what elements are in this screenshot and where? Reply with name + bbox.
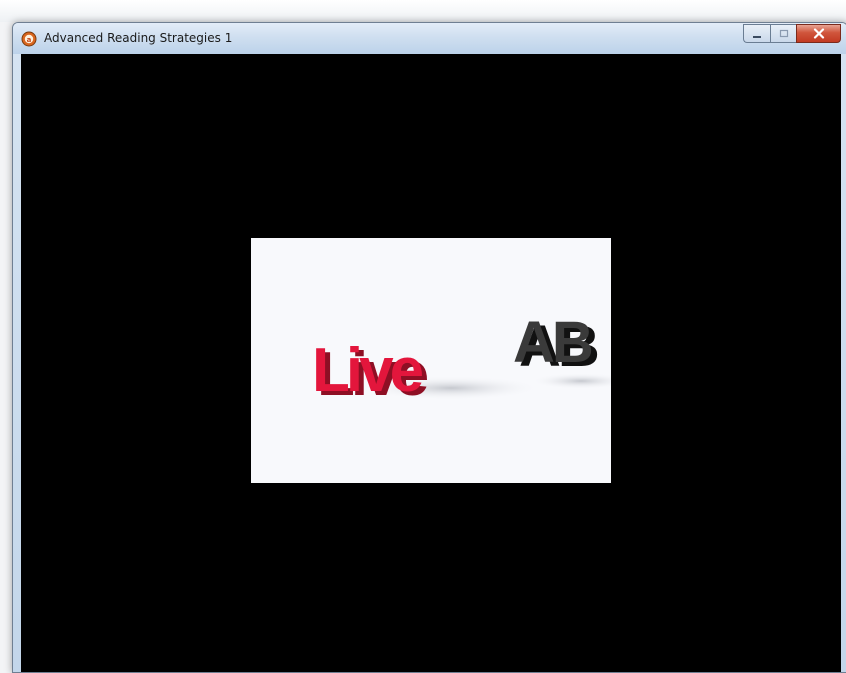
logo-live-text: Live xyxy=(312,336,423,405)
minimize-icon xyxy=(751,24,763,43)
video-frame[interactable]: Live Live AB AB xyxy=(251,238,611,483)
video-area[interactable]: Live Live AB AB xyxy=(21,54,841,672)
app-window: a Advanced Reading Strategies 1 Live Liv… xyxy=(12,22,846,673)
close-button[interactable] xyxy=(796,24,841,43)
svg-text:a: a xyxy=(27,36,32,44)
title-bar[interactable]: a Advanced Reading Strategies 1 xyxy=(13,23,846,54)
window-title: Advanced Reading Strategies 1 xyxy=(44,31,233,45)
maximize-icon xyxy=(778,24,790,43)
desktop-background xyxy=(0,0,846,22)
caption-buttons xyxy=(743,24,841,44)
logo-ab-text: AB xyxy=(513,310,592,375)
minimize-button[interactable] xyxy=(743,24,770,43)
media-player-icon[interactable]: a xyxy=(21,31,37,47)
maximize-button[interactable] xyxy=(770,24,796,43)
close-icon xyxy=(813,24,825,43)
